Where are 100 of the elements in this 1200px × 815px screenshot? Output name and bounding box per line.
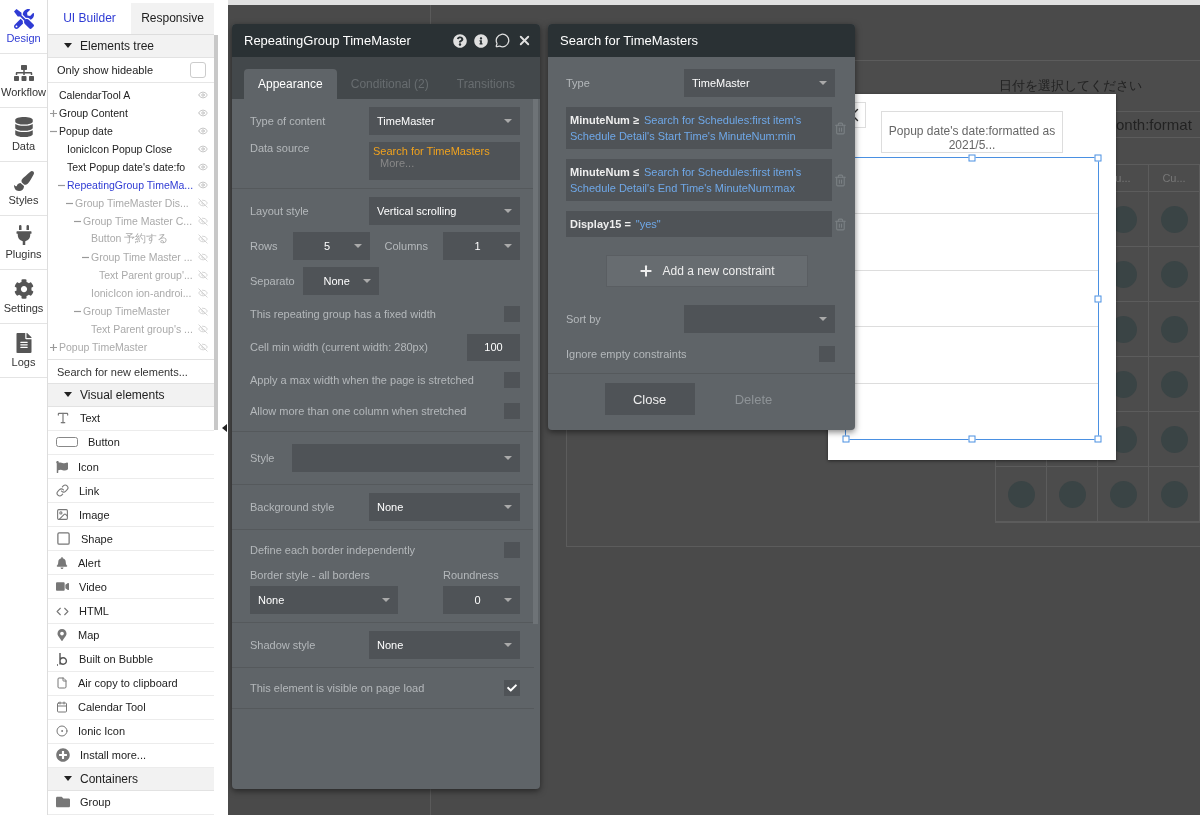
eye-icon[interactable]	[198, 180, 208, 191]
element-item[interactable]: Alert	[48, 551, 214, 576]
nav-item[interactable]: Workflow	[0, 54, 47, 108]
eye-icon[interactable]	[198, 144, 208, 155]
dialog-button[interactable]: Close	[604, 383, 695, 415]
comment-icon[interactable]	[495, 33, 510, 48]
dropdown[interactable]: 0	[443, 586, 520, 614]
constraint-field[interactable]: MinuteNum ≤ Search for Schedules:first item's Schedule Detail's End Time's MinuteNum:max	[566, 159, 833, 201]
check-icon	[507, 683, 517, 693]
tree-item[interactable]: CalendarTool A	[59, 89, 198, 102]
dropdown[interactable]: Vertical scrolling	[369, 197, 520, 225]
help-icon[interactable]	[453, 33, 467, 48]
dropdown[interactable]	[292, 444, 520, 472]
search-field[interactable]: Search for new elements...	[48, 359, 214, 385]
add-constraint-button[interactable]: Add a new constraint	[605, 255, 808, 287]
tree-item[interactable]: Text Popup date's date:fo	[67, 161, 198, 174]
scrollbar[interactable]	[214, 35, 218, 430]
tab[interactable]: Appearance	[244, 69, 337, 99]
map-pin-icon	[56, 629, 68, 642]
dropdown[interactable]: TimeMaster	[369, 107, 520, 135]
nav-item[interactable]: Plugins	[0, 216, 47, 270]
tree-item[interactable]: Group Content	[59, 107, 198, 120]
dropdown[interactable]: None	[250, 586, 398, 614]
element-item[interactable]: Calendar Tool	[48, 695, 214, 720]
caret-icon	[353, 244, 362, 248]
info-icon[interactable]	[474, 33, 488, 48]
checkbox[interactable]	[504, 680, 520, 696]
nav-item[interactable]: Settings	[0, 270, 47, 324]
checkbox[interactable]	[190, 61, 206, 78]
paintbrush-icon	[13, 171, 34, 191]
eye-slash-icon[interactable]	[198, 216, 208, 227]
scrollbar[interactable]	[533, 99, 538, 624]
dropdown[interactable]: 1	[442, 232, 520, 260]
nav-item[interactable]: Design	[0, 0, 47, 54]
eye-icon[interactable]	[198, 108, 208, 119]
section-header[interactable]: Containers	[48, 768, 214, 791]
nav-item[interactable]: Logs	[0, 324, 47, 378]
dropdown[interactable]	[684, 305, 835, 333]
panel-title: RepeatingGroup TimeMaster	[244, 33, 411, 48]
dropdown[interactable]: None	[302, 267, 379, 295]
caret-icon	[819, 317, 827, 321]
element-item[interactable]: Map	[48, 623, 214, 648]
eye-slash-icon[interactable]	[198, 288, 208, 299]
resize-handle[interactable]	[968, 435, 976, 443]
plus-icon[interactable]	[50, 343, 57, 351]
close-icon[interactable]	[517, 33, 532, 48]
eye-icon[interactable]	[198, 162, 208, 173]
resize-handle[interactable]	[968, 154, 976, 162]
element-item[interactable]: Shape	[48, 527, 214, 552]
section-header[interactable]: Visual elements	[48, 384, 214, 407]
tree-item[interactable]: RepeatingGroup TimeMa...	[67, 179, 198, 192]
element-item[interactable]: Image	[48, 503, 214, 528]
button-icon	[56, 437, 78, 448]
tree-item[interactable]: Popup date	[59, 125, 198, 138]
eye-slash-icon[interactable]	[198, 306, 208, 317]
eye-slash-icon[interactable]	[198, 252, 208, 263]
trash-icon[interactable]	[834, 121, 847, 135]
element-item[interactable]: Group	[48, 790, 214, 815]
element-item[interactable]: Icon	[48, 455, 214, 480]
eye-slash-icon[interactable]	[198, 342, 208, 353]
section-header[interactable]: Elements tree	[48, 34, 214, 58]
triangle-icon	[64, 776, 72, 782]
number-field[interactable]: 100	[467, 333, 520, 361]
eye-slash-icon[interactable]	[198, 234, 208, 245]
eye-slash-icon[interactable]	[198, 270, 208, 281]
constraint-field[interactable]: Display15 = "yes"	[566, 211, 833, 237]
triangle-icon	[64, 43, 72, 49]
dropdown[interactable]: None	[369, 493, 520, 521]
expression-field[interactable]: Search for TimeMasters More...	[369, 142, 520, 180]
dropdown[interactable]: None	[369, 631, 520, 659]
element-item[interactable]: Video	[48, 575, 214, 600]
nav-item[interactable]: Styles	[0, 162, 47, 216]
resize-handle[interactable]	[1094, 295, 1102, 302]
element-item[interactable]: Air copy to clipboard	[48, 671, 214, 696]
triangle-icon	[64, 392, 72, 398]
trash-icon[interactable]	[834, 173, 847, 187]
dropdown[interactable]: 5	[292, 232, 370, 260]
file-icon	[56, 677, 68, 690]
folder-icon	[56, 795, 70, 810]
popup-text: Popup date's date:formatted as 2021/5...	[881, 111, 1063, 153]
panel-tab[interactable]: Responsive	[131, 3, 214, 34]
eye-icon[interactable]	[198, 126, 208, 137]
bell-icon	[56, 556, 68, 569]
nav-item[interactable]: Data	[0, 108, 47, 162]
eye-slash-icon[interactable]	[198, 198, 208, 209]
caret-icon	[504, 119, 512, 123]
resize-handle[interactable]	[1094, 154, 1102, 162]
calendar-icon	[56, 701, 68, 714]
eye-slash-icon[interactable]	[198, 324, 208, 335]
field-label: Roundness	[443, 569, 500, 581]
constraint-field[interactable]: MinuteNum ≥ Search for Schedules:first item's Schedule Detail's Start Time's MinuteNum:min	[566, 107, 833, 149]
resize-handle[interactable]	[842, 435, 850, 443]
flag-icon	[56, 460, 68, 473]
trash-icon[interactable]	[834, 217, 847, 231]
eye-icon[interactable]	[198, 90, 208, 101]
tree-item[interactable]: IonicIcon Popup Close	[67, 143, 198, 156]
dropdown[interactable]: TimeMaster	[684, 69, 835, 97]
resize-handle[interactable]	[1094, 435, 1102, 443]
field-label: Shadow style	[250, 639, 316, 651]
plus-icon[interactable]	[50, 109, 57, 117]
